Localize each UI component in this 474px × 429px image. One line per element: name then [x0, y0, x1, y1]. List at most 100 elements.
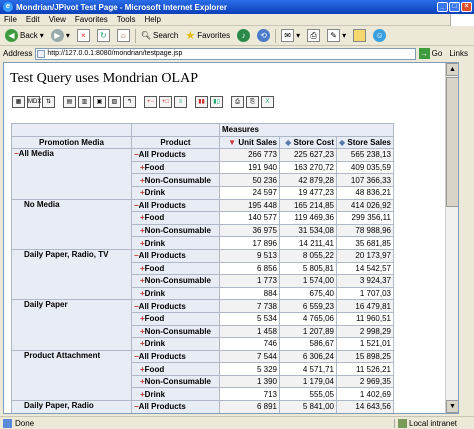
product-cell[interactable]: −All Products [131, 198, 220, 213]
edit-button[interactable]: ✎ ▾ [325, 28, 348, 44]
scroll-down-button[interactable]: ▼ [446, 400, 458, 413]
sort-down-icon[interactable]: ▼ [228, 138, 236, 147]
chart-config-icon[interactable]: ▮▯ [210, 96, 223, 108]
scroll-thumb[interactable] [446, 77, 458, 207]
print-button[interactable]: ⎙ [305, 28, 322, 44]
menu-help[interactable]: Help [144, 15, 160, 24]
vertical-scrollbar[interactable]: ▲ ▼ [445, 63, 458, 413]
close-button[interactable]: × [461, 2, 472, 12]
history-button[interactable]: ⟲ [255, 28, 272, 44]
back-button[interactable]: ◀ Back ▾ [3, 28, 46, 44]
menu-tools[interactable]: Tools [117, 15, 136, 24]
product-header[interactable]: Product [131, 135, 220, 150]
menu-favorites[interactable]: Favorites [75, 15, 108, 24]
drill-replace-icon[interactable]: ▣ [93, 96, 106, 108]
promotion-media-cell[interactable]: Product Attachment [11, 349, 132, 402]
mail-button[interactable]: ✉ ▾ [279, 28, 302, 44]
scroll-up-button[interactable]: ▲ [446, 63, 458, 76]
promotion-media-cell[interactable]: Daily Paper [11, 299, 132, 351]
expand-icon[interactable]: + [134, 176, 145, 185]
product-cell[interactable]: +Non-Consumable [131, 274, 220, 288]
expand-icon[interactable]: + [134, 239, 145, 248]
expand-icon[interactable]: + [134, 289, 145, 298]
expand-icon[interactable]: + [134, 226, 145, 235]
folder-button[interactable] [351, 28, 368, 44]
unit-sales-header[interactable]: ▼ Unit Sales [219, 135, 280, 150]
mdx-icon[interactable]: MDX [27, 96, 41, 108]
maximize-button[interactable]: □ [449, 2, 460, 12]
product-cell[interactable]: +Non-Consumable [131, 223, 220, 238]
expand-icon[interactable]: + [134, 327, 145, 336]
links-button[interactable]: Links [449, 49, 474, 58]
address-input[interactable]: http://127.0.0.1:8080/mondrian/testpage.… [35, 47, 416, 60]
product-cell[interactable]: −All Products [131, 299, 220, 313]
minimize-button[interactable]: _ [437, 2, 448, 12]
expand-icon[interactable]: + [134, 365, 145, 374]
expand-icon[interactable]: + [134, 314, 145, 323]
expand-icon[interactable]: + [134, 213, 145, 222]
swap-sort-icon[interactable]: ≡ [174, 96, 187, 108]
store-sales-header[interactable]: ◆ Store Sales [336, 135, 394, 150]
pdf-icon[interactable]: ⎘ [246, 96, 259, 108]
measures-header[interactable]: Measures [219, 123, 394, 137]
drill-member-icon[interactable]: ▤ [63, 96, 76, 108]
print-config-icon[interactable]: ⎙ [231, 96, 244, 108]
drill-through-icon[interactable]: ▧ [108, 96, 121, 108]
product-cell[interactable]: +Non-Consumable [131, 173, 220, 187]
home-button[interactable]: ⌂ [115, 28, 132, 44]
sort-icon[interactable]: ◆ [339, 138, 345, 147]
product-cell[interactable]: +Drink [131, 337, 220, 351]
product-cell[interactable]: +Food [131, 362, 220, 376]
expand-icon[interactable]: + [134, 339, 145, 348]
product-cell[interactable]: +Drink [131, 185, 220, 200]
refresh-button[interactable]: ↻ [95, 28, 112, 44]
promotion-media-cell[interactable]: No Media [11, 198, 132, 250]
drill-position-icon[interactable]: ▥ [78, 96, 91, 108]
cube-nav-icon[interactable]: ▦ [12, 96, 25, 108]
product-label: Drink [144, 339, 166, 349]
windows-logo-icon [450, 14, 474, 26]
hide-empty-cols-icon[interactable]: +□ [159, 96, 172, 108]
favorites-button[interactable]: ★ Favorites [183, 28, 232, 44]
promotion-media-cell[interactable]: Daily Paper, Radio, TV [11, 248, 132, 301]
excel-icon[interactable]: X [261, 96, 274, 108]
expand-icon[interactable]: + [134, 276, 145, 285]
messenger-button[interactable]: ☺ [371, 28, 388, 44]
product-cell[interactable]: −All Products [131, 148, 220, 162]
expand-icon[interactable]: + [134, 377, 145, 386]
promotion-media-cell[interactable]: −All Media [11, 148, 132, 200]
chart-icon[interactable]: ▮▮ [195, 96, 208, 108]
forward-button[interactable]: ▶ ▾ [49, 28, 72, 44]
menu-file[interactable]: File [4, 15, 17, 24]
expand-icon[interactable]: + [134, 163, 145, 172]
product-cell[interactable]: +Food [131, 261, 220, 276]
product-cell[interactable]: +Drink [131, 286, 220, 301]
product-cell[interactable]: +Food [131, 160, 220, 175]
product-cell[interactable]: −All Products [131, 400, 220, 413]
expand-icon[interactable]: + [134, 390, 145, 399]
product-cell[interactable]: +Non-Consumable [131, 324, 220, 339]
stop-button[interactable]: × [75, 28, 92, 44]
expand-icon[interactable]: + [134, 264, 145, 273]
product-label: Food [144, 263, 165, 273]
store-cost-header[interactable]: ◆ Store Cost [279, 135, 337, 150]
promotion-media-header[interactable]: Promotion Media [11, 135, 132, 150]
swap-axes-icon[interactable]: ↰ [123, 96, 136, 108]
menu-view[interactable]: View [49, 15, 66, 24]
product-cell[interactable]: +Drink [131, 236, 220, 250]
product-cell[interactable]: +Food [131, 311, 220, 326]
media-button[interactable]: ♪ [235, 28, 252, 44]
product-cell[interactable]: +Drink [131, 387, 220, 402]
go-button[interactable]: → Go [418, 48, 447, 59]
sort-icon[interactable]: ◆ [285, 138, 291, 147]
hide-empty-rows-icon[interactable]: +− [144, 96, 157, 108]
search-button[interactable]: 🔍︎ Search [139, 28, 181, 44]
promotion-media-cell[interactable]: Daily Paper, Radio [11, 400, 132, 413]
product-cell[interactable]: −All Products [131, 349, 220, 364]
product-cell[interactable]: +Food [131, 211, 220, 225]
product-cell[interactable]: −All Products [131, 248, 220, 263]
order-icon[interactable]: ⇅ [42, 96, 55, 108]
product-cell[interactable]: +Non-Consumable [131, 374, 220, 389]
menu-edit[interactable]: Edit [26, 15, 40, 24]
expand-icon[interactable]: + [134, 188, 145, 197]
